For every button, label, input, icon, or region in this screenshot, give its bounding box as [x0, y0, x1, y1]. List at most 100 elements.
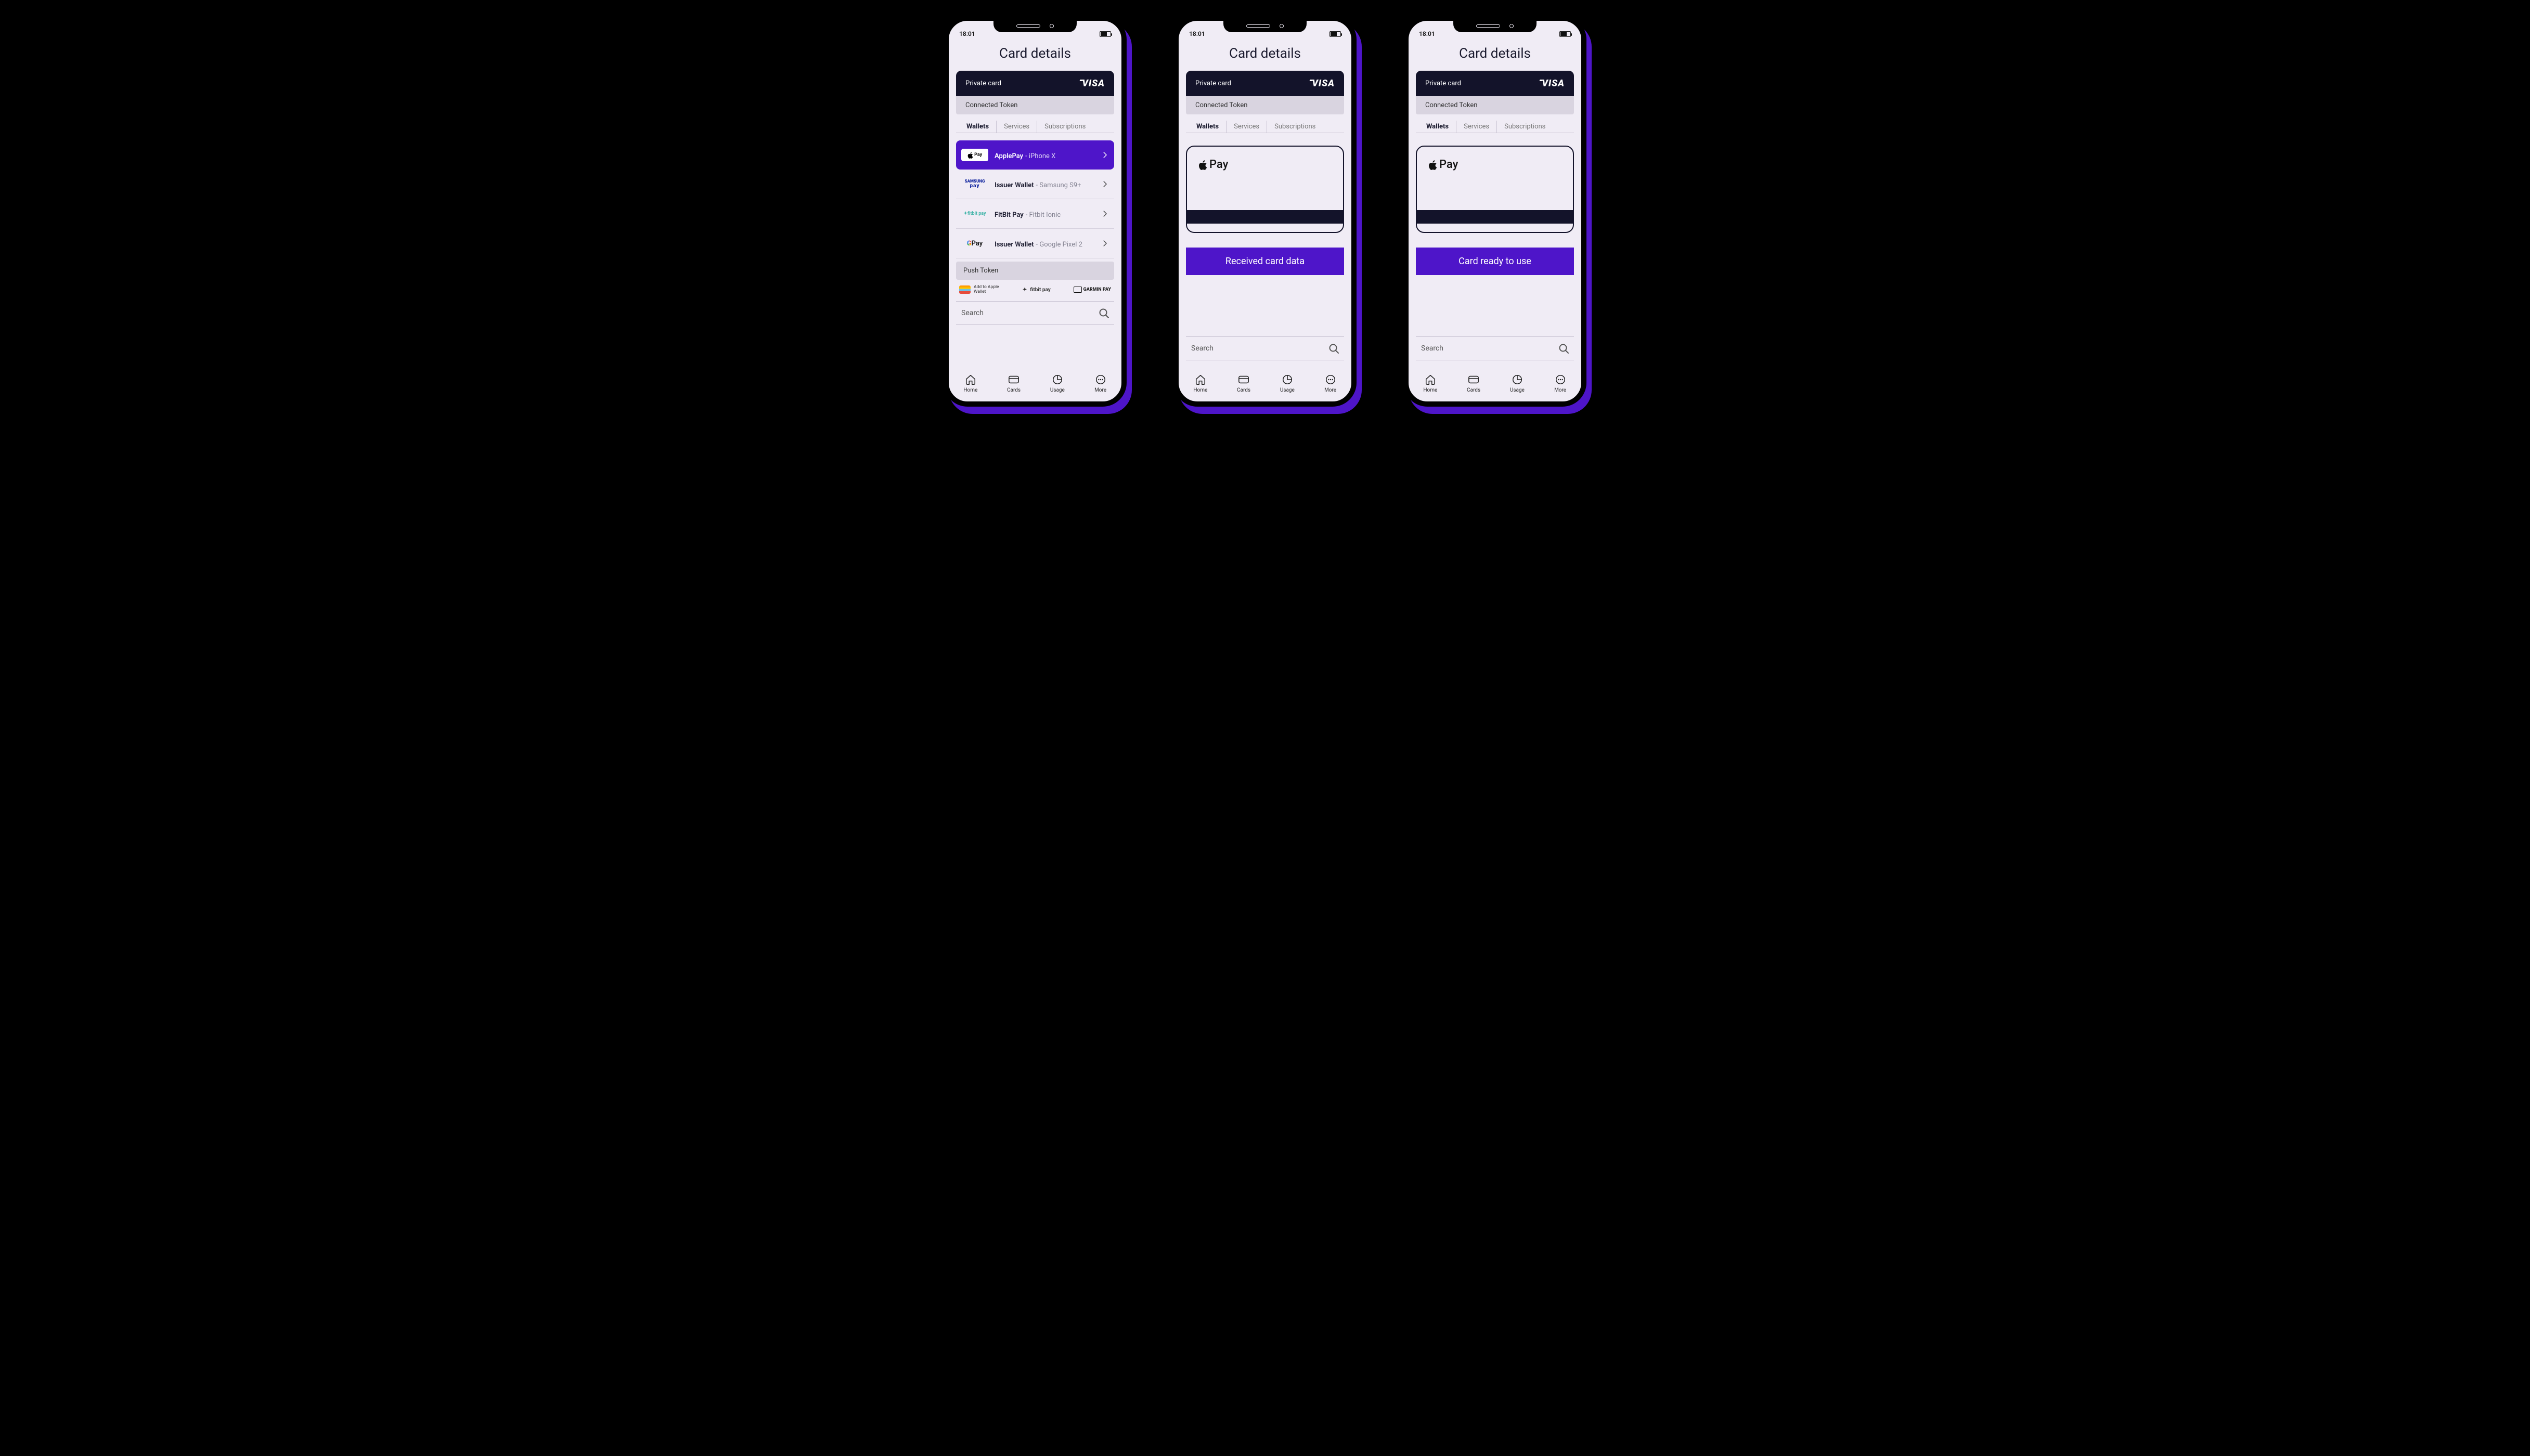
more-icon [1094, 374, 1107, 385]
wallet-row-applepay[interactable]: Pay ApplePay - iPhone X [956, 140, 1114, 170]
page-title: Card details [1409, 38, 1581, 71]
usage-icon [1281, 374, 1294, 385]
card-ready-button[interactable]: Card ready to use [1416, 248, 1574, 275]
tab-wallets[interactable]: Wallets [1419, 121, 1456, 133]
wallet-device: - iPhone X [1025, 152, 1055, 160]
wallet-name: Issuer Wallet [995, 181, 1034, 189]
bottom-nav: Home Cards Usage More [949, 369, 1121, 401]
nav-more[interactable]: More [1324, 374, 1337, 393]
card-name: Private card [1425, 80, 1461, 87]
nav-home[interactable]: Home [1193, 374, 1207, 393]
chevron-right-icon [1102, 238, 1109, 249]
tab-services[interactable]: Services [1456, 121, 1497, 133]
wallet-row-gpay[interactable]: G Pay Issuer Wallet - Google Pixel 2 [956, 229, 1114, 258]
tabs: Wallets Services Subscriptions [1186, 114, 1344, 133]
search-placeholder: Search [1421, 344, 1443, 353]
tab-subscriptions[interactable]: Subscriptions [1497, 121, 1553, 133]
received-card-data-button[interactable]: Received card data [1186, 248, 1344, 275]
wallet-name: FitBit Pay [995, 211, 1024, 219]
fitbit-pay-badge: fitbit pay [961, 207, 988, 220]
chevron-right-icon [1102, 150, 1109, 160]
search-row[interactable]: Search [1186, 336, 1344, 360]
search-icon [1558, 343, 1569, 354]
nav-home[interactable]: Home [1423, 374, 1437, 393]
connected-token-label: Connected Token [1186, 96, 1344, 114]
push-token-header: Push Token [956, 262, 1114, 280]
visa-logo: VISA [1082, 78, 1105, 89]
wallet-name: ApplePay [995, 152, 1023, 160]
chevron-right-icon [1102, 209, 1109, 219]
card-header: Private card VISA [1416, 71, 1574, 96]
home-icon [964, 374, 977, 385]
card-icon [1467, 374, 1480, 385]
apple-wallet-icon [959, 285, 971, 294]
card-icon [1008, 374, 1020, 385]
visa-logo: VISA [1542, 78, 1565, 89]
nav-more[interactable]: More [1554, 374, 1567, 393]
battery-icon [1329, 31, 1341, 37]
connected-token-label: Connected Token [1416, 96, 1574, 114]
connected-token-label: Connected Token [956, 96, 1114, 114]
phone-1-wallets-list: 18:01 Card details Private card VISA Con… [944, 16, 1127, 407]
home-icon [1194, 374, 1207, 385]
wallet-row-fitbitpay[interactable]: fitbit pay FitBit Pay - Fitbit Ionic [956, 199, 1114, 229]
push-apple-wallet[interactable]: Add to Apple Wallet [959, 285, 1000, 295]
bottom-nav: Home Cards Usage More [1179, 369, 1351, 401]
phone-2-received-card-data: 18:01 Card details Private card VISA Con… [1173, 16, 1357, 407]
page-title: Card details [949, 38, 1121, 71]
nav-usage[interactable]: Usage [1050, 374, 1065, 393]
usage-icon [1511, 374, 1524, 385]
tabs: Wallets Services Subscriptions [1416, 114, 1574, 133]
apple-pay-badge: Pay [961, 149, 988, 161]
tabs: Wallets Services Subscriptions [956, 114, 1114, 133]
battery-icon [1559, 31, 1571, 37]
wallet-name: Issuer Wallet [995, 241, 1034, 249]
tab-subscriptions[interactable]: Subscriptions [1267, 121, 1323, 133]
more-icon [1554, 374, 1567, 385]
tab-services[interactable]: Services [997, 121, 1037, 133]
wallet-device: - Google Pixel 2 [1036, 241, 1082, 249]
card-icon [1237, 374, 1250, 385]
card-name: Private card [1195, 80, 1231, 87]
notch [1453, 20, 1537, 32]
nav-cards[interactable]: Cards [1467, 374, 1480, 393]
page-title: Card details [1179, 38, 1351, 71]
push-garmin[interactable]: GARMIN PAY [1074, 287, 1111, 293]
nav-usage[interactable]: Usage [1280, 374, 1295, 393]
tab-subscriptions[interactable]: Subscriptions [1037, 121, 1093, 133]
card-header: Private card VISA [956, 71, 1114, 96]
search-icon [1328, 343, 1339, 354]
card-magstripe [1417, 210, 1573, 224]
phone-3-card-ready: 18:01 Card details Private card VISA Con… [1403, 16, 1586, 407]
search-row[interactable]: Search [1416, 336, 1574, 360]
wallet-list: Pay ApplePay - iPhone X SAMSUNGpay Issue… [956, 140, 1114, 258]
tab-services[interactable]: Services [1227, 121, 1267, 133]
search-row[interactable]: Search [956, 301, 1114, 325]
apple-pay-label: Pay [1198, 158, 1228, 171]
tab-wallets[interactable]: Wallets [959, 121, 997, 133]
apple-pay-label: Pay [1428, 158, 1458, 171]
card-magstripe [1187, 210, 1343, 224]
samsung-pay-badge: SAMSUNGpay [961, 178, 988, 190]
notch [1223, 20, 1307, 32]
wallet-row-samsungpay[interactable]: SAMSUNGpay Issuer Wallet - Samsung S9+ [956, 170, 1114, 199]
wallet-device: - Samsung S9+ [1036, 181, 1081, 189]
nav-more[interactable]: More [1094, 374, 1107, 393]
nav-cards[interactable]: Cards [1237, 374, 1250, 393]
apple-pay-card: Pay [1186, 146, 1344, 233]
visa-logo: VISA [1312, 78, 1335, 89]
wallet-device: - Fitbit Ionic [1026, 211, 1061, 219]
nav-cards[interactable]: Cards [1007, 374, 1021, 393]
apple-pay-card: Pay [1416, 146, 1574, 233]
status-time: 18:01 [1189, 30, 1205, 37]
nav-usage[interactable]: Usage [1510, 374, 1525, 393]
search-placeholder: Search [961, 309, 984, 317]
notch [993, 20, 1077, 32]
push-token-row: Add to Apple Wallet fitbit pay GARMIN PA… [956, 280, 1114, 299]
tab-wallets[interactable]: Wallets [1189, 121, 1227, 133]
usage-icon [1051, 374, 1064, 385]
push-fitbit[interactable]: fitbit pay [1023, 287, 1051, 293]
home-icon [1424, 374, 1437, 385]
search-icon [1099, 308, 1109, 318]
nav-home[interactable]: Home [963, 374, 977, 393]
